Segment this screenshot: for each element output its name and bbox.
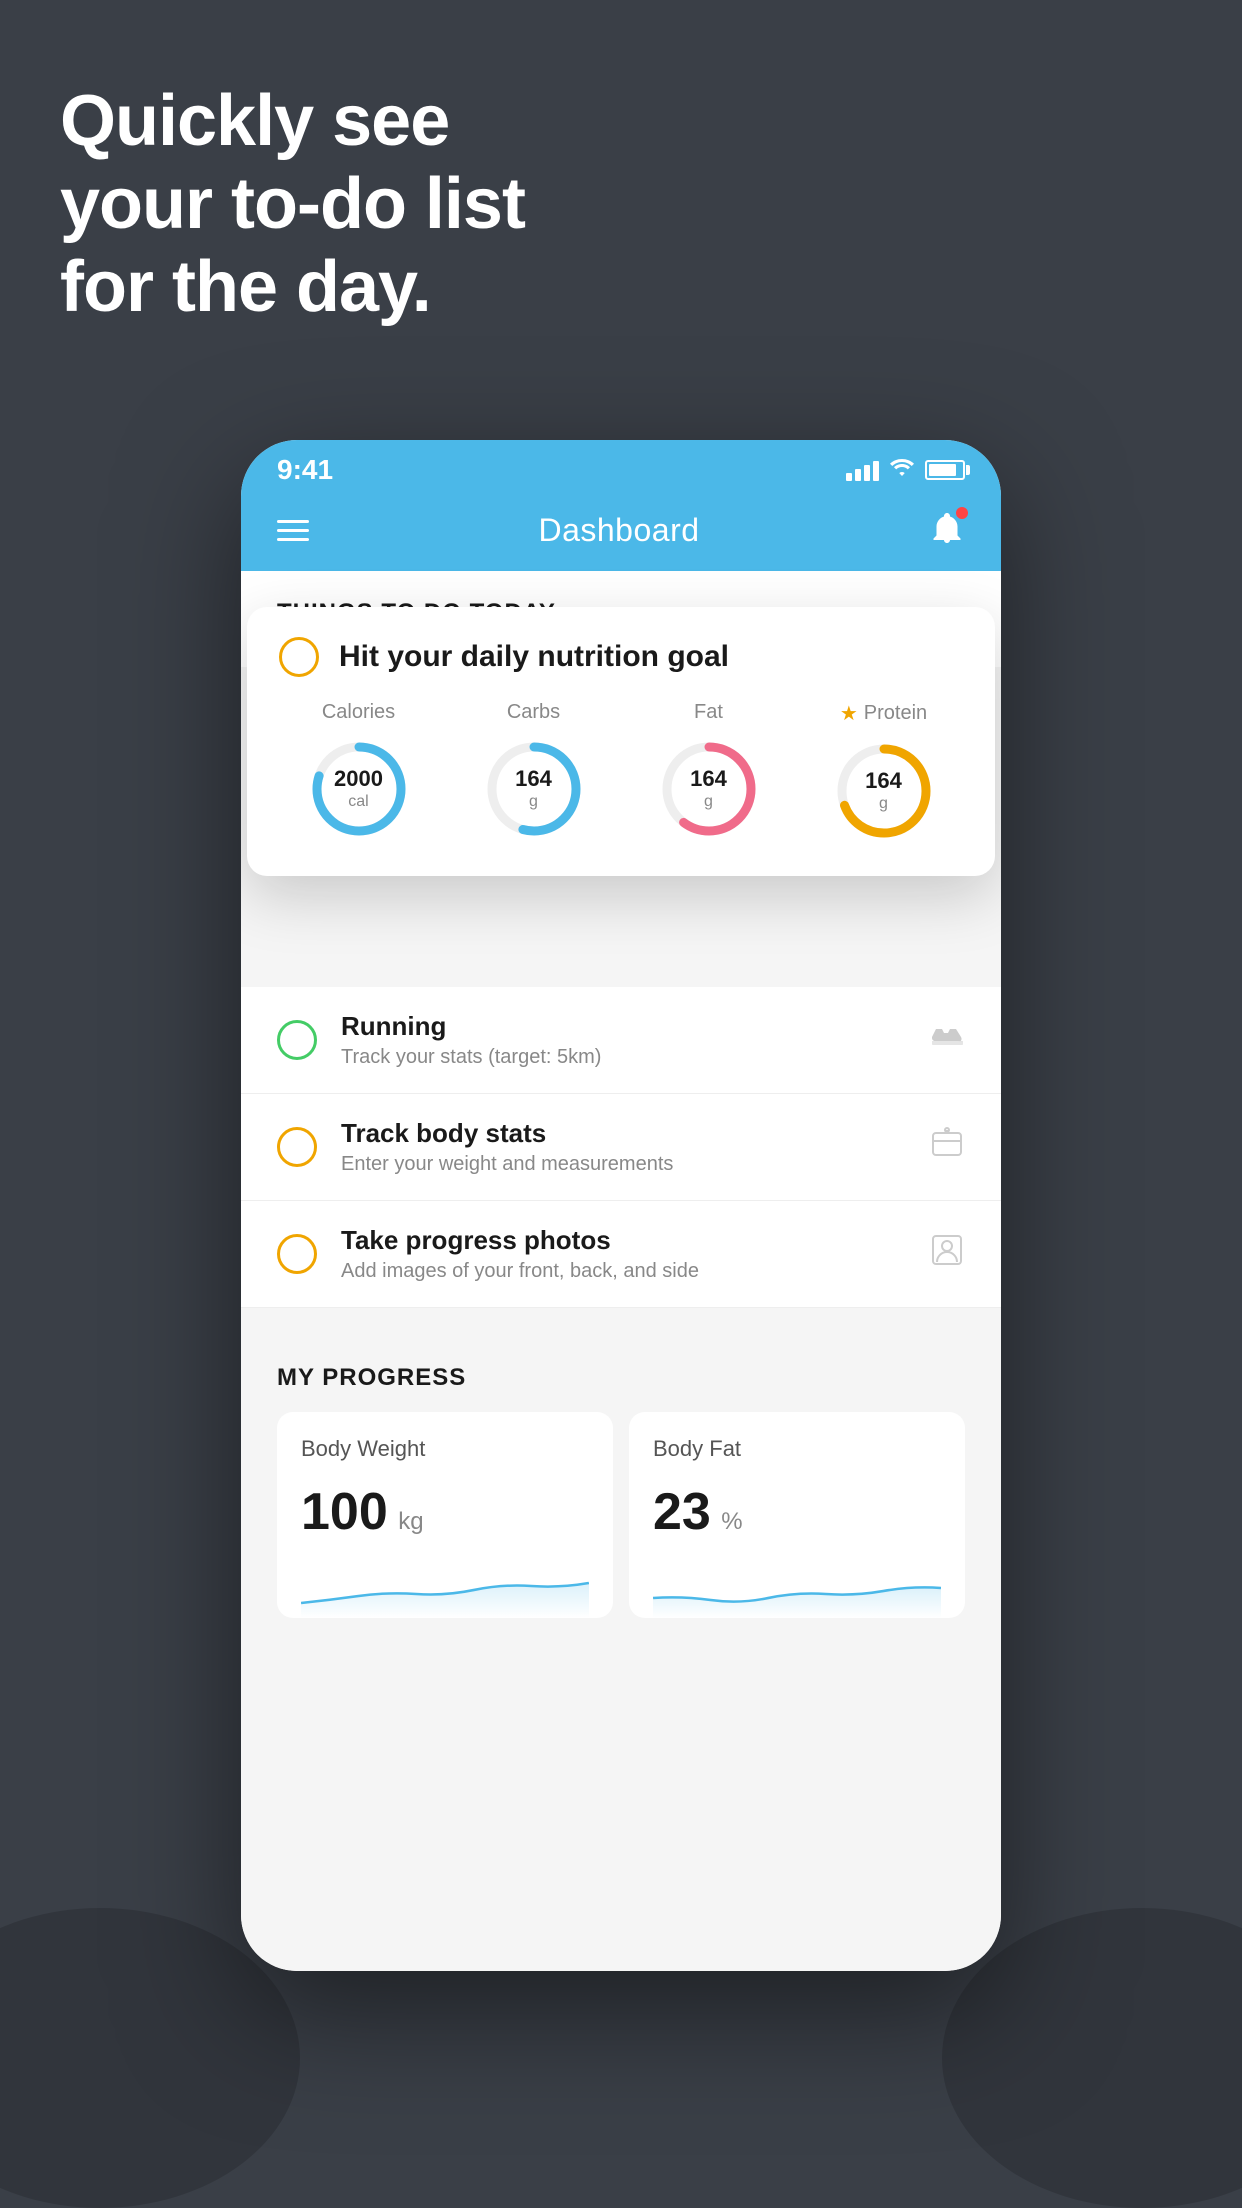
running-checkbox[interactable] — [277, 1020, 317, 1060]
hamburger-menu-button[interactable] — [277, 520, 309, 541]
body-fat-value-row: 23 % — [653, 1482, 941, 1542]
nutrition-card-title: Hit your daily nutrition goal — [339, 640, 729, 674]
progress-cards: Body Weight 100 kg — [277, 1412, 965, 1618]
nutrition-card: Hit your daily nutrition goal Calories — [247, 607, 995, 876]
todo-item-body-stats[interactable]: Track body stats Enter your weight and m… — [241, 1094, 1001, 1201]
nutrition-protein: ★ Protein 164 g — [829, 701, 939, 846]
shoe-icon — [929, 1021, 965, 1059]
body-stats-checkbox[interactable] — [277, 1127, 317, 1167]
nutrition-grid: Calories 2000 cal — [279, 701, 963, 846]
status-bar: 9:41 — [241, 440, 1001, 494]
notification-dot — [956, 507, 968, 519]
fat-unit: g — [690, 793, 727, 812]
carbs-chart: 164 g — [479, 734, 589, 844]
body-stats-title: Track body stats — [341, 1118, 905, 1149]
photos-text: Take progress photos Add images of your … — [341, 1225, 905, 1283]
fat-chart: 164 g — [654, 734, 764, 844]
progress-section-title: MY PROGRESS — [277, 1364, 965, 1392]
nutrition-checkbox[interactable] — [279, 637, 319, 677]
calories-label: Calories — [322, 701, 395, 724]
photos-subtitle: Add images of your front, back, and side — [341, 1260, 905, 1283]
running-text: Running Track your stats (target: 5km) — [341, 1011, 905, 1069]
progress-section: MY PROGRESS Body Weight 100 kg — [241, 1328, 1001, 1618]
app-title: Dashboard — [538, 512, 699, 549]
body-weight-value-row: 100 kg — [301, 1482, 589, 1542]
body-fat-chart — [653, 1558, 941, 1618]
carbs-unit: g — [515, 793, 552, 812]
phone-content: THINGS TO DO TODAY Hit your daily nutrit… — [241, 571, 1001, 1971]
todo-item-running[interactable]: Running Track your stats (target: 5km) — [241, 987, 1001, 1094]
protein-unit: g — [865, 795, 902, 814]
calories-chart: 2000 cal — [304, 734, 414, 844]
photos-title: Take progress photos — [341, 1225, 905, 1256]
card-header: Hit your daily nutrition goal — [279, 637, 963, 677]
things-section: THINGS TO DO TODAY Hit your daily nutrit… — [241, 571, 1001, 667]
carbs-label: Carbs — [507, 701, 560, 724]
body-weight-chart — [301, 1558, 589, 1618]
nutrition-calories: Calories 2000 cal — [304, 701, 414, 844]
nutrition-carbs: Carbs 164 g — [479, 701, 589, 844]
todo-list: Running Track your stats (target: 5km) T… — [241, 987, 1001, 1308]
calories-unit: cal — [334, 793, 383, 812]
calories-value: 2000 — [334, 766, 383, 792]
signal-icon — [846, 459, 879, 481]
body-weight-title: Body Weight — [301, 1436, 589, 1462]
protein-chart: 164 g — [829, 736, 939, 846]
headline-line3: for the day. — [60, 246, 525, 329]
running-subtitle: Track your stats (target: 5km) — [341, 1046, 905, 1069]
body-weight-value: 100 — [301, 1483, 388, 1541]
headline-line2: your to-do list — [60, 163, 525, 246]
headline: Quickly see your to-do list for the day. — [60, 80, 525, 328]
protein-label: ★ Protein — [840, 701, 927, 726]
todo-item-progress-photos[interactable]: Take progress photos Add images of your … — [241, 1201, 1001, 1308]
body-weight-unit: kg — [398, 1508, 423, 1535]
battery-icon — [925, 460, 965, 480]
phone: 9:41 Da — [241, 440, 1001, 1971]
app-header: Dashboard — [241, 494, 1001, 571]
notification-bell-button[interactable] — [929, 510, 965, 551]
person-icon — [929, 1232, 965, 1276]
photos-checkbox[interactable] — [277, 1234, 317, 1274]
running-title: Running — [341, 1011, 905, 1042]
body-weight-card[interactable]: Body Weight 100 kg — [277, 1412, 613, 1618]
fat-label: Fat — [694, 701, 723, 724]
body-fat-card[interactable]: Body Fat 23 % — [629, 1412, 965, 1618]
nutrition-fat: Fat 164 g — [654, 701, 764, 844]
scale-icon — [929, 1125, 965, 1169]
wifi-icon — [889, 457, 915, 483]
headline-line1: Quickly see — [60, 80, 525, 163]
status-icons — [846, 457, 965, 483]
body-stats-subtitle: Enter your weight and measurements — [341, 1153, 905, 1176]
status-time: 9:41 — [277, 454, 333, 486]
body-fat-unit: % — [721, 1508, 742, 1535]
body-stats-text: Track body stats Enter your weight and m… — [341, 1118, 905, 1176]
protein-star-icon: ★ — [840, 701, 858, 726]
things-wrapper: Hit your daily nutrition goal Calories — [277, 627, 965, 667]
carbs-value: 164 — [515, 766, 552, 792]
body-fat-value: 23 — [653, 1483, 711, 1541]
fat-value: 164 — [690, 766, 727, 792]
protein-value: 164 — [865, 768, 902, 794]
body-fat-title: Body Fat — [653, 1436, 941, 1462]
